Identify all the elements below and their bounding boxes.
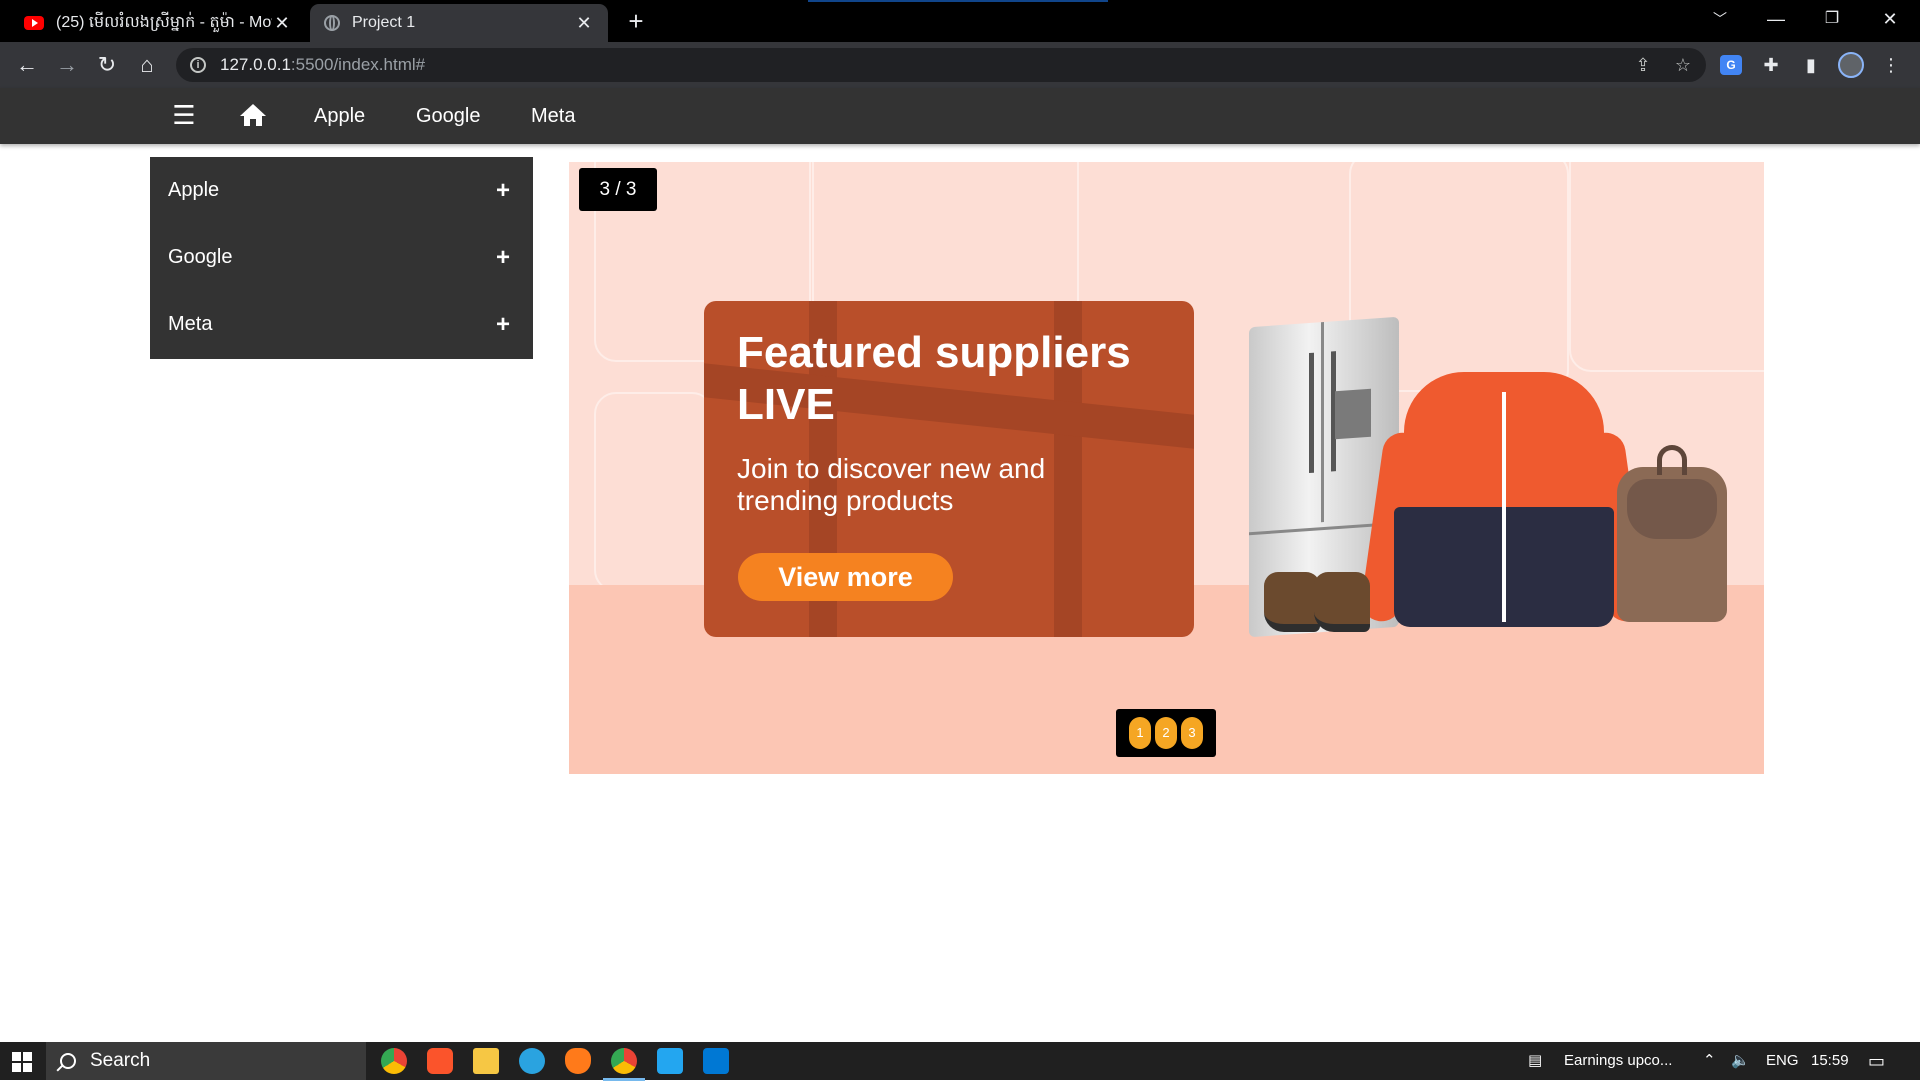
windows-taskbar: Search ▤ Earnings upco... ⌃ 🔈 ENG 15:59 … <box>0 1042 1920 1081</box>
profile-avatar[interactable] <box>1836 50 1866 80</box>
sidebar-item-apple[interactable]: Apple + <box>150 157 533 224</box>
clock[interactable]: 15:59 <box>1811 1042 1849 1080</box>
globe-icon <box>324 15 340 31</box>
sidebar-item-meta[interactable]: Meta + <box>150 291 533 358</box>
slide-dot-3[interactable]: 3 <box>1181 717 1203 749</box>
file-explorer-icon[interactable] <box>473 1048 499 1074</box>
tab-youtube[interactable]: (25) មើលរំលងស្រីម្នាក់ - តួម៉ា - Mov ✕ <box>10 4 306 42</box>
plus-icon[interactable]: + <box>491 177 515 205</box>
jacket-image <box>1358 372 1650 632</box>
url-path: :5500/index.html# <box>290 55 426 74</box>
chevron-up-icon[interactable]: ⌃ <box>1703 1042 1716 1080</box>
notifications-icon[interactable]: ▭ <box>1868 1042 1885 1080</box>
image-slider: Featured suppliers LIVE Join to discover… <box>569 162 1764 774</box>
browser-toolbar: ← → ↻ ⌂ i 127.0.0.1 :5500/index.html# ⇪ … <box>0 42 1920 88</box>
volume-icon[interactable]: 🔈 <box>1731 1042 1750 1080</box>
close-tab-icon[interactable]: ✕ <box>272 13 292 34</box>
restore-button[interactable]: ❐ <box>1804 0 1860 42</box>
slide-dot-2[interactable]: 2 <box>1155 717 1177 749</box>
back-icon[interactable]: ← <box>12 50 42 80</box>
promo-banner: Featured suppliers LIVE Join to discover… <box>704 301 1194 637</box>
chrome-app-icon[interactable] <box>381 1048 407 1074</box>
taskbar-search-box[interactable]: Search <box>46 1042 366 1080</box>
news-widget-text[interactable]: Earnings upco... <box>1564 1042 1672 1080</box>
backpack-image <box>1617 445 1727 622</box>
tab-title: (25) មើលរំលងស្រីម្នាក់ - តួម៉ា - Mov <box>56 14 272 31</box>
media-player-icon[interactable] <box>703 1048 729 1074</box>
sidebar-accordion: Apple + Google + Meta + <box>150 157 533 359</box>
background-panel <box>594 392 714 592</box>
slide-counter: 3 / 3 <box>579 168 657 211</box>
chrome-active-app-icon[interactable] <box>603 1048 645 1081</box>
address-bar[interactable]: i 127.0.0.1 :5500/index.html# ⇪ ☆ <box>176 48 1706 82</box>
home-icon[interactable] <box>238 102 270 130</box>
site-navbar: ☰ Apple Google Meta <box>0 88 1920 144</box>
reload-icon[interactable]: ↻ <box>92 50 122 80</box>
google-translate-icon[interactable]: G <box>1716 50 1746 80</box>
hamburger-icon[interactable]: ☰ <box>170 102 198 130</box>
slide-dot-1[interactable]: 1 <box>1129 717 1151 749</box>
sidebar-item-label: Apple <box>168 179 220 201</box>
plus-icon[interactable]: + <box>491 311 515 339</box>
search-icon <box>60 1053 76 1069</box>
promo-headline: Featured suppliers LIVE <box>737 328 1131 429</box>
tab-project-1[interactable]: Project 1 ✕ <box>310 4 608 42</box>
news-widget-icon[interactable]: ▤ <box>1528 1042 1550 1080</box>
search-placeholder: Search <box>90 1050 151 1071</box>
nav-link-apple[interactable]: Apple <box>314 104 365 128</box>
background-panel <box>1569 162 1764 372</box>
plus-icon[interactable]: + <box>491 244 515 272</box>
firefox-app-icon[interactable] <box>565 1048 591 1074</box>
view-more-button[interactable]: View more <box>738 553 953 601</box>
youtube-icon <box>24 16 44 30</box>
sidebar-item-label: Google <box>168 246 233 268</box>
extensions-icon[interactable]: ✚ <box>1756 50 1786 80</box>
tab-title: Project 1 <box>352 14 416 31</box>
bookmark-star-icon[interactable]: ☆ <box>1668 48 1698 82</box>
home-icon[interactable]: ⌂ <box>132 50 162 80</box>
boots-image <box>1264 562 1384 632</box>
sidebar-item-google[interactable]: Google + <box>150 224 533 291</box>
tab-search-icon[interactable]: ﹀ <box>1692 0 1748 42</box>
windows-start-icon[interactable] <box>12 1052 32 1072</box>
close-window-button[interactable]: ✕ <box>1862 0 1918 42</box>
nav-link-google[interactable]: Google <box>416 104 481 128</box>
loading-indicator <box>808 0 1108 2</box>
site-info-icon[interactable]: i <box>190 57 206 73</box>
browser-tabstrip: (25) មើលរំលងស្រីម្នាក់ - តួម៉ា - Mov ✕ P… <box>0 0 1920 42</box>
forward-icon[interactable]: → <box>52 50 82 80</box>
url-host: 127.0.0.1 <box>220 55 291 74</box>
side-panel-icon[interactable]: ▮ <box>1796 50 1826 80</box>
language-indicator[interactable]: ENG <box>1766 1042 1799 1080</box>
sidebar-item-label: Meta <box>168 313 213 335</box>
minimize-button[interactable]: — <box>1748 0 1804 42</box>
telegram-app-icon[interactable] <box>519 1048 545 1074</box>
slide-dots: 1 2 3 <box>1116 709 1216 757</box>
brave-app-icon[interactable] <box>427 1048 453 1074</box>
vscode-app-icon[interactable] <box>657 1048 683 1074</box>
close-tab-icon[interactable]: ✕ <box>574 13 594 34</box>
new-tab-button[interactable]: + <box>620 6 652 38</box>
promo-subtext: Join to discover new and trending produc… <box>737 453 1046 516</box>
share-icon[interactable]: ⇪ <box>1628 48 1658 82</box>
nav-link-meta[interactable]: Meta <box>531 104 575 128</box>
menu-dots-icon[interactable]: ⋮ <box>1876 50 1906 80</box>
